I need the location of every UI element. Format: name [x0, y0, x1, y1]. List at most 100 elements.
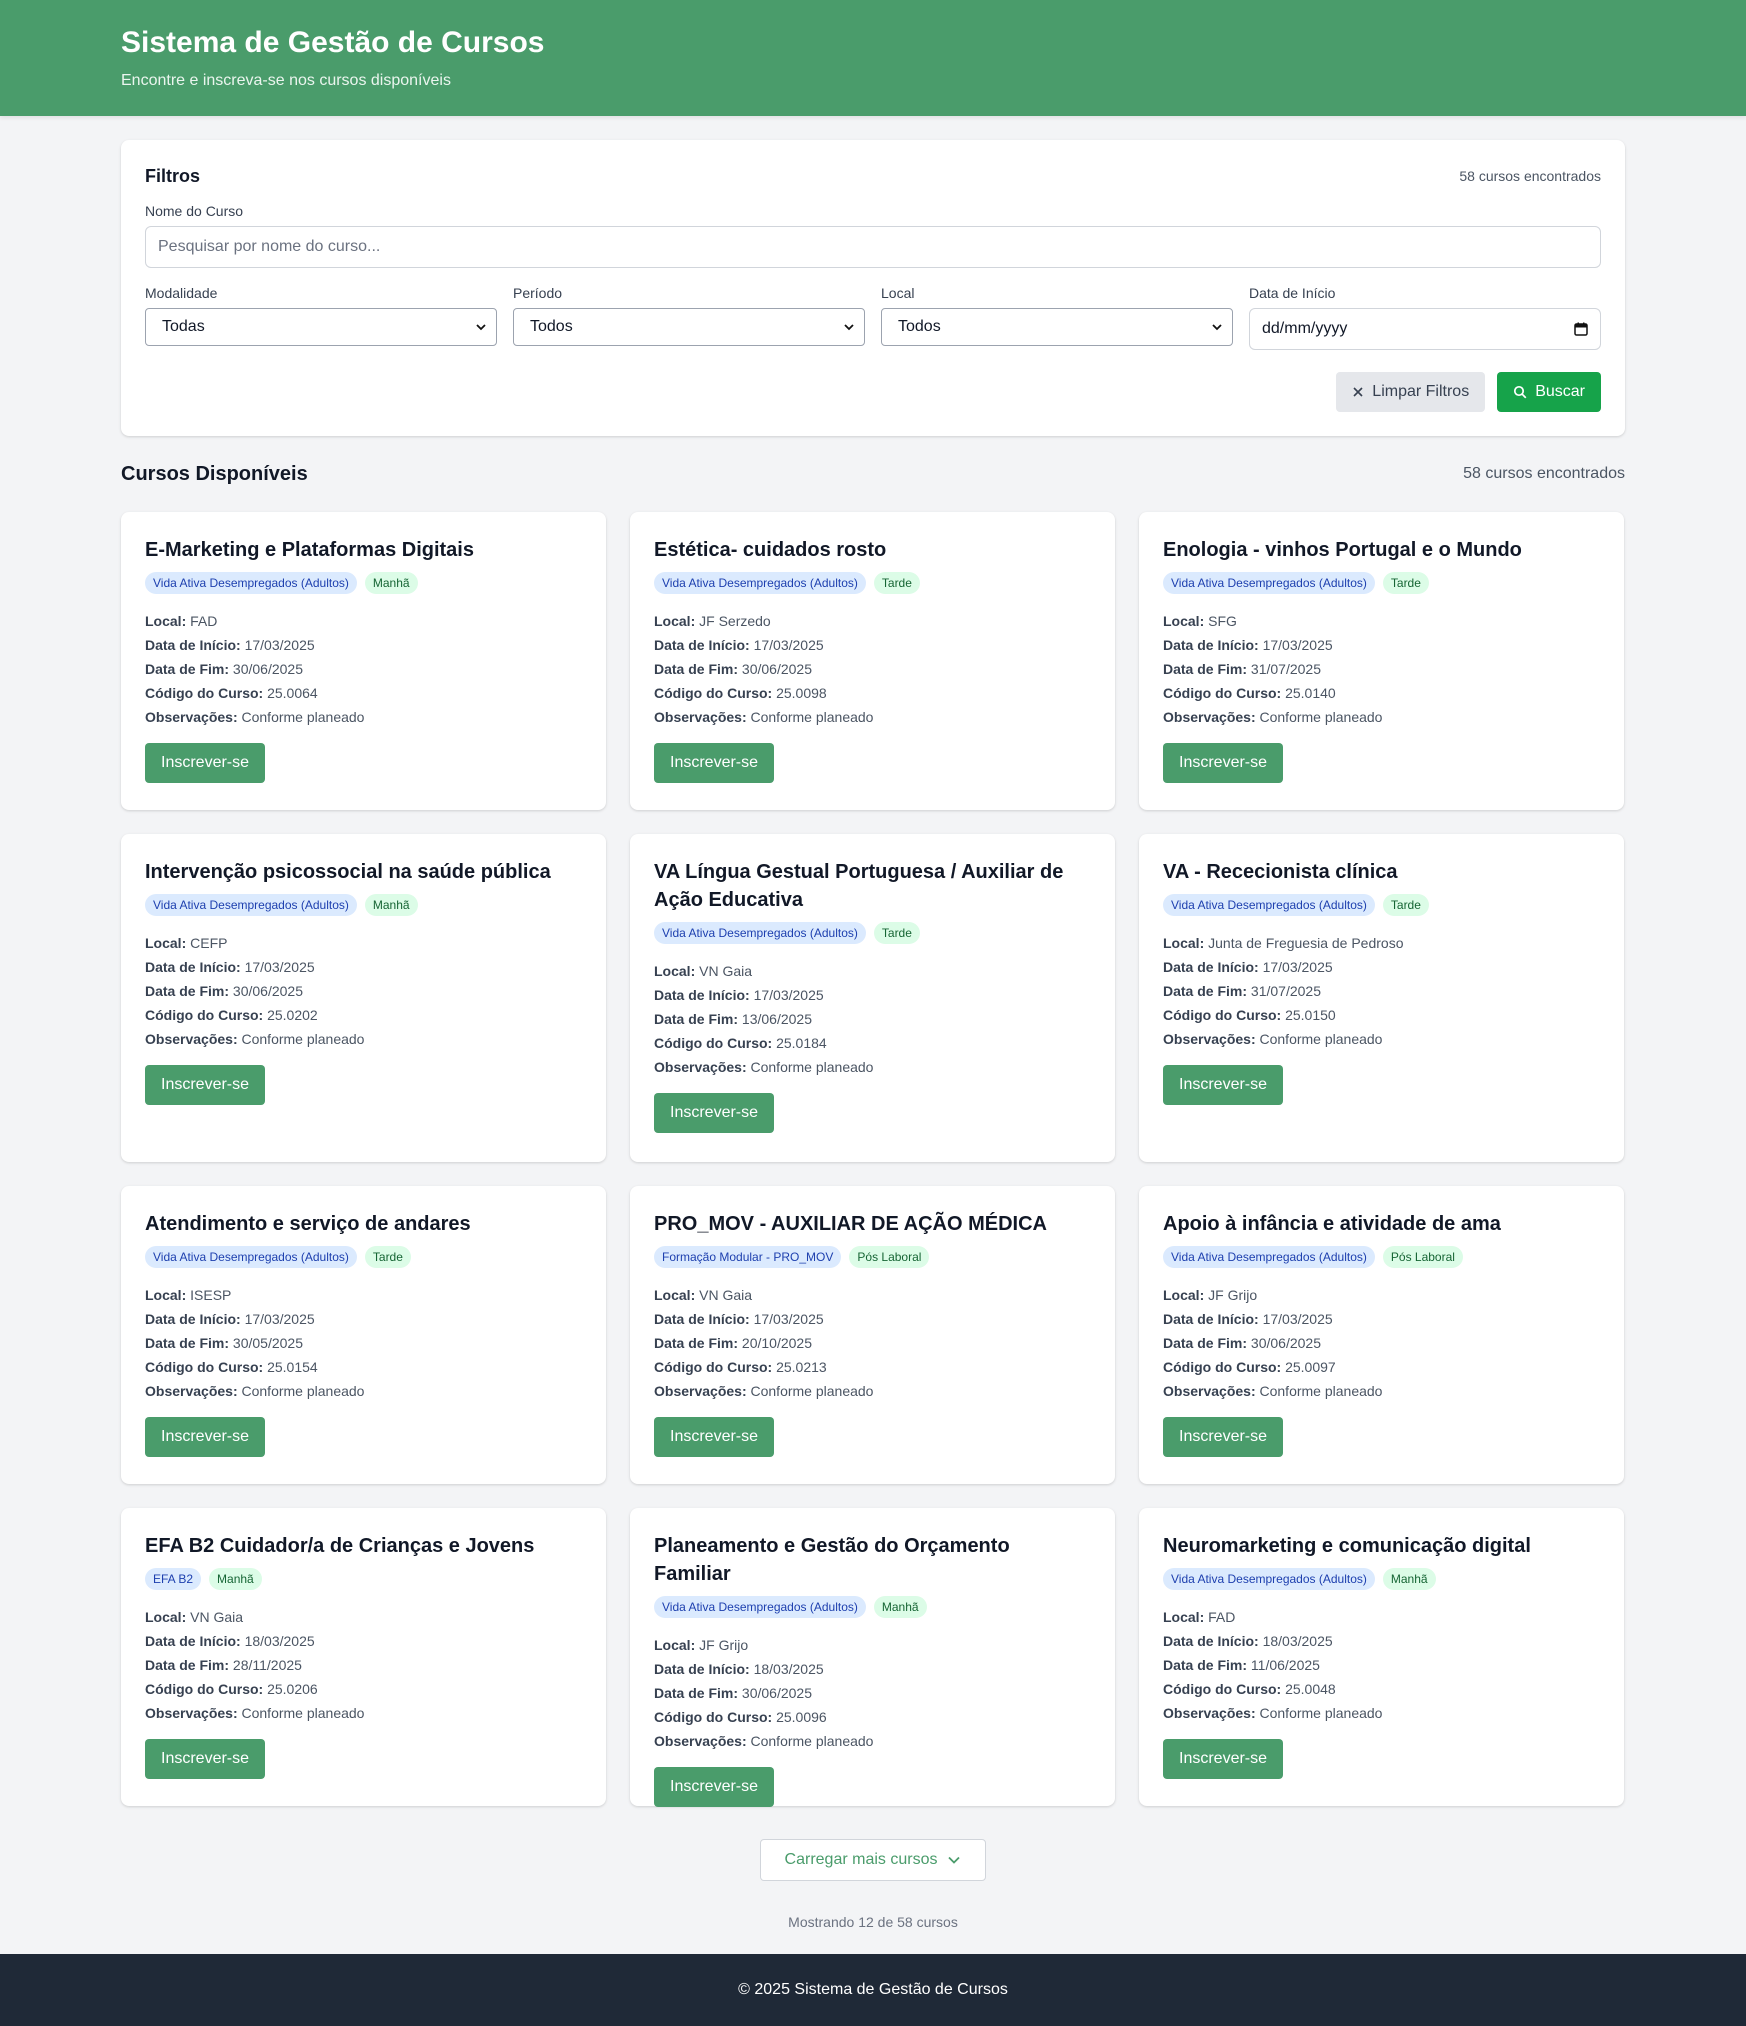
modalidade-badge: EFA B2	[145, 1568, 202, 1590]
enroll-button[interactable]: Inscrever-se	[1163, 1065, 1284, 1105]
course-card: Planeamento e Gestão do Orçamento Famili…	[630, 1508, 1115, 1807]
enroll-button[interactable]: Inscrever-se	[145, 1065, 266, 1105]
course-start-date: Data de Início: 17/03/2025	[1163, 955, 1600, 979]
enroll-button[interactable]: Inscrever-se	[145, 1417, 266, 1457]
course-code: Código do Curso: 25.0064	[145, 681, 582, 705]
local-value: SFG	[1208, 613, 1237, 629]
course-code-label: Código do Curso:	[654, 1709, 773, 1725]
course-code: Código do Curso: 25.0048	[1163, 1677, 1600, 1701]
periodo-select[interactable]: Todos	[513, 308, 865, 346]
start-date-value: 17/03/2025	[753, 637, 824, 653]
clear-filters-button[interactable]: Limpar Filtros	[1336, 372, 1486, 412]
enroll-button[interactable]: Inscrever-se	[1163, 1417, 1284, 1457]
courses-section-title: Cursos Disponíveis	[121, 462, 308, 485]
course-local: Local: JF Grijo	[1163, 1283, 1600, 1307]
end-date-value: 31/07/2025	[1250, 983, 1321, 999]
course-name-search-input[interactable]	[145, 226, 1601, 268]
data-inicio-input[interactable]: dd/mm/yyyy	[1249, 308, 1601, 350]
course-code-label: Código do Curso:	[145, 1007, 264, 1023]
course-row: EFA B2 Cuidador/a de Crianças e Jovens EF…	[121, 1508, 1625, 1807]
start-date-label: Data de Início:	[145, 1311, 241, 1327]
course-notes: Observações: Conforme planeado	[145, 1027, 582, 1051]
course-end-date: Data de Fim: 30/05/2025	[145, 1331, 582, 1355]
course-code-label: Código do Curso:	[654, 1359, 773, 1375]
enroll-button[interactable]: Inscrever-se	[654, 1417, 775, 1457]
notes-label: Observações:	[1163, 1383, 1256, 1399]
enroll-button[interactable]: Inscrever-se	[145, 743, 266, 783]
course-title: Atendimento e serviço de andares	[145, 1213, 471, 1235]
course-end-date: Data de Fim: 30/06/2025	[654, 1681, 1091, 1705]
local-select[interactable]: Todos	[881, 308, 1233, 346]
course-end-date: Data de Fim: 31/07/2025	[1163, 979, 1600, 1003]
enroll-button[interactable]: Inscrever-se	[654, 743, 775, 783]
local-field-label: Local:	[1163, 1609, 1205, 1625]
filters-result-count: 58 cursos encontrados	[1459, 168, 1601, 184]
course-local: Local: ISESP	[145, 1283, 582, 1307]
course-title: VA - Rececionista clínica	[1163, 861, 1398, 883]
course-grid: E-Marketing e Plataformas Digitais Vida A…	[121, 512, 1625, 1807]
load-more-button[interactable]: Carregar mais cursos	[759, 1839, 987, 1881]
course-code: Código do Curso: 25.0098	[654, 681, 1091, 705]
course-notes: Observações: Conforme planeado	[654, 1055, 1091, 1079]
enroll-button[interactable]: Inscrever-se	[654, 1767, 775, 1807]
local-value: FAD	[190, 613, 218, 629]
search-button[interactable]: Buscar	[1497, 372, 1601, 412]
course-code: Código do Curso: 25.0097	[1163, 1355, 1600, 1379]
course-end-date: Data de Fim: 30/06/2025	[145, 979, 582, 1003]
course-local: Local: Junta de Freguesia de Pedroso	[1163, 931, 1600, 955]
modalidade-badge: Vida Ativa Desempregados (Adultos)	[654, 922, 866, 944]
modalidade-badge: Vida Ativa Desempregados (Adultos)	[145, 572, 357, 594]
local-field-label: Local:	[1163, 613, 1205, 629]
end-date-value: 31/07/2025	[1250, 661, 1321, 677]
course-local: Local: FAD	[1163, 1605, 1600, 1629]
end-date-label: Data de Fim:	[1163, 1335, 1248, 1351]
local-field-label: Local:	[145, 935, 187, 951]
course-code-value: 25.0206	[267, 1681, 318, 1697]
enroll-button[interactable]: Inscrever-se	[654, 1093, 775, 1133]
end-date-label: Data de Fim:	[1163, 983, 1248, 999]
course-row: E-Marketing e Plataformas Digitais Vida A…	[121, 512, 1625, 810]
local-value: VN Gaia	[699, 963, 753, 979]
end-date-value: 30/05/2025	[232, 1335, 303, 1351]
course-start-date: Data de Início: 17/03/2025	[1163, 633, 1600, 657]
course-code-label: Código do Curso:	[145, 1359, 264, 1375]
course-start-date: Data de Início: 17/03/2025	[654, 633, 1091, 657]
periodo-label: Período	[513, 285, 563, 301]
local-field-label: Local:	[654, 613, 696, 629]
search-button-label: Buscar	[1535, 383, 1585, 400]
calendar-icon[interactable]	[1574, 322, 1588, 336]
enroll-button[interactable]: Inscrever-se	[1163, 743, 1284, 783]
course-code-label: Código do Curso:	[654, 685, 773, 701]
start-date-label: Data de Início:	[145, 1633, 241, 1649]
local-value: JF Grijo	[699, 1637, 749, 1653]
enroll-button[interactable]: Inscrever-se	[145, 1739, 266, 1779]
local-field-label: Local:	[145, 1609, 187, 1625]
end-date-label: Data de Fim:	[654, 661, 739, 677]
notes-value: Conforme planeado	[241, 709, 365, 725]
local-value: JF Serzedo	[699, 613, 771, 629]
modalidade-badge: Vida Ativa Desempregados (Adultos)	[145, 1246, 357, 1268]
course-notes: Observações: Conforme planeado	[145, 1701, 582, 1725]
course-local: Local: SFG	[1163, 609, 1600, 633]
periodo-badge: Pós Laboral	[849, 1246, 930, 1268]
course-code-value: 25.0140	[1285, 685, 1336, 701]
start-date-value: 17/03/2025	[753, 1311, 824, 1327]
local-field-label: Local:	[654, 1637, 696, 1653]
enroll-button[interactable]: Inscrever-se	[1163, 1739, 1284, 1779]
course-title: E-Marketing e Plataformas Digitais	[145, 539, 474, 561]
course-card: Atendimento e serviço de andares Vida Ati…	[121, 1186, 606, 1484]
start-date-value: 17/03/2025	[753, 987, 824, 1003]
course-end-date: Data de Fim: 30/06/2025	[1163, 1331, 1600, 1355]
course-local: Local: JF Grijo	[654, 1633, 1091, 1657]
course-end-date: Data de Fim: 11/06/2025	[1163, 1653, 1600, 1677]
page-subtitle: Encontre e inscreva-se nos cursos dispon…	[121, 72, 451, 89]
local-field-label: Local:	[654, 963, 696, 979]
course-code-value: 25.0154	[267, 1359, 318, 1375]
modalidade-select[interactable]: Todas	[145, 308, 497, 346]
clear-filters-label: Limpar Filtros	[1372, 383, 1470, 400]
course-notes: Observações: Conforme planeado	[145, 705, 582, 729]
end-date-label: Data de Fim:	[145, 1335, 230, 1351]
start-date-value: 17/03/2025	[1262, 959, 1333, 975]
load-more-label: Carregar mais cursos	[784, 1851, 938, 1868]
course-end-date: Data de Fim: 13/06/2025	[654, 1007, 1091, 1031]
